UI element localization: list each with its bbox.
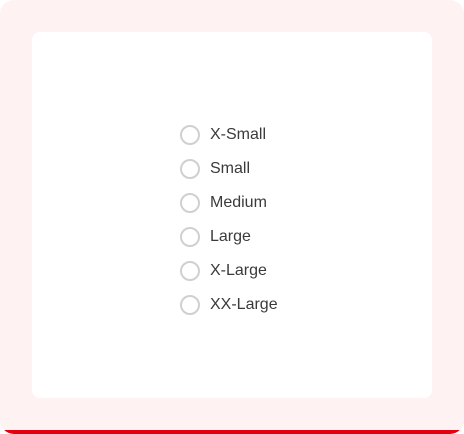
size-option-large[interactable]: Large (180, 220, 278, 254)
radio-button-xx-large[interactable] (180, 295, 200, 315)
size-option-label: Small (210, 160, 251, 177)
size-option-x-large[interactable]: X-Large (180, 254, 278, 288)
size-option-label: XX-Large (210, 296, 278, 313)
radio-button-large[interactable] (180, 227, 200, 247)
radio-button-x-small[interactable] (180, 125, 200, 145)
size-option-xx-large[interactable]: XX-Large (180, 288, 278, 322)
bottom-accent-bar (0, 430, 464, 434)
radio-button-small[interactable] (180, 159, 200, 179)
size-option-label: Medium (210, 194, 267, 211)
size-option-x-small[interactable]: X-Small (180, 118, 278, 152)
size-option-label: X-Large (210, 262, 267, 279)
size-option-label: Large (210, 228, 251, 245)
outer-frame: X-Small Small Medium Large X-Large XX-La… (0, 0, 464, 434)
size-selector-card: X-Small Small Medium Large X-Large XX-La… (32, 32, 432, 398)
size-option-medium[interactable]: Medium (180, 186, 278, 220)
size-option-small[interactable]: Small (180, 152, 278, 186)
radio-button-x-large[interactable] (180, 261, 200, 281)
size-option-label: X-Small (210, 126, 267, 143)
size-radio-group: X-Small Small Medium Large X-Large XX-La… (180, 118, 278, 322)
radio-button-medium[interactable] (180, 193, 200, 213)
